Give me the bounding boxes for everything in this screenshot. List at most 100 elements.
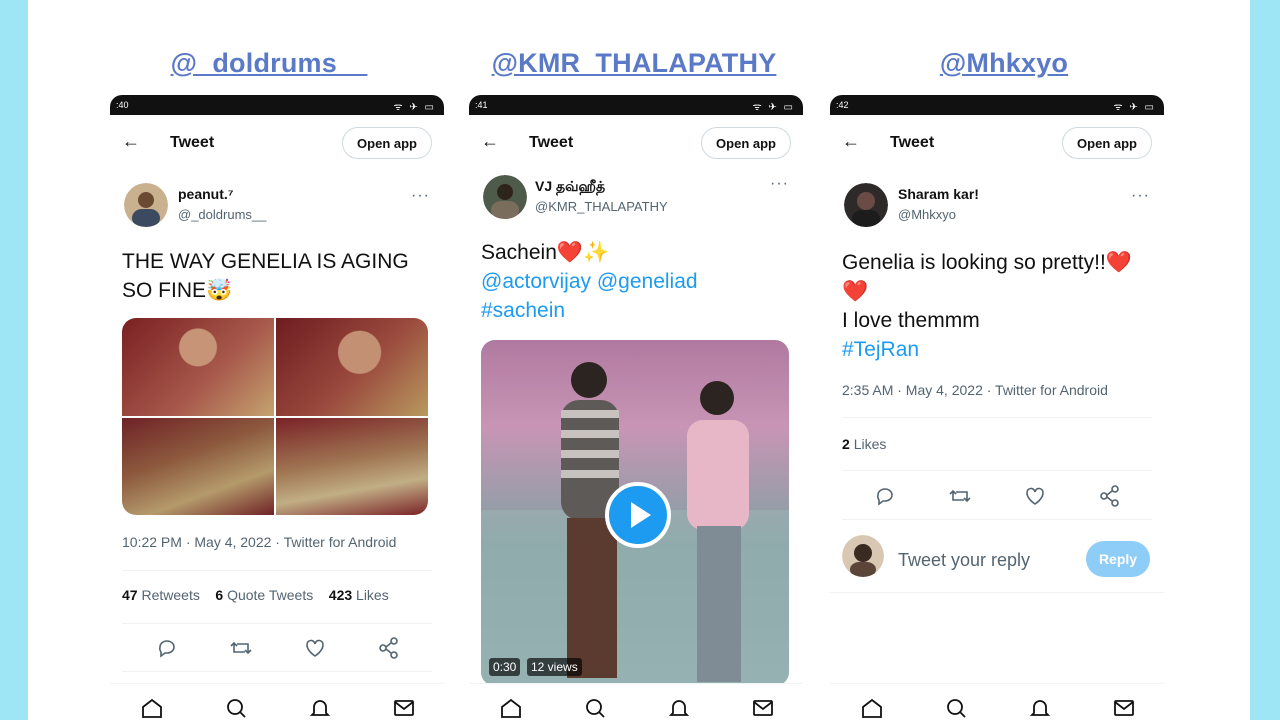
tweet-photo-3[interactable] [122, 417, 274, 515]
play-button[interactable] [605, 482, 671, 548]
share-icon[interactable] [1095, 481, 1125, 511]
handle-caption: @_doldrums__ [170, 48, 368, 78]
search-icon[interactable] [583, 696, 607, 720]
photo-grid[interactable] [122, 318, 428, 515]
status-icons: ᯤ ✈ ▭ [1113, 102, 1156, 113]
like-icon[interactable] [300, 633, 330, 663]
likes-count[interactable]: 423 [329, 587, 352, 603]
reply-icon[interactable] [152, 633, 182, 663]
share-icon[interactable] [374, 633, 404, 663]
back-arrow-icon[interactable]: ← [122, 131, 140, 152]
tweet-text-line: Genelia is looking so pretty!!❤️ [842, 251, 1132, 274]
retweet-icon[interactable] [226, 633, 256, 663]
reply-button[interactable]: Reply [1086, 541, 1150, 577]
video-views: 12 views [527, 658, 582, 676]
tweet-text: Genelia is looking so pretty!!❤️ ❤️ I lo… [842, 248, 1152, 364]
reply-icon[interactable] [870, 481, 900, 511]
tweet-text: THE WAY GENELIA IS AGING SO FINE🤯 [122, 250, 409, 302]
notifications-icon[interactable] [1028, 696, 1052, 720]
likes-count[interactable]: 2 [842, 436, 850, 452]
author-username[interactable]: @KMR_THALAPATHY [535, 199, 668, 214]
messages-icon[interactable] [392, 696, 416, 720]
status-time: :40 [116, 100, 129, 110]
handle-caption: @Mhkxyo [939, 48, 1069, 78]
divider [122, 671, 432, 672]
tweet-stats: 47 Retweets 6 Quote Tweets 423 Likes [122, 587, 389, 603]
likes-label[interactable]: Likes [356, 587, 389, 603]
divider [122, 570, 432, 571]
bottom-navigation [469, 683, 803, 720]
open-app-button[interactable]: Open app [1062, 127, 1152, 159]
author-username[interactable]: @Mhkxyo [898, 207, 956, 222]
more-options-icon[interactable]: ··· [770, 175, 789, 193]
retweets-label[interactable]: Retweets [141, 587, 199, 603]
tweet-timestamp[interactable]: 2:35 AM · May 4, 2022 · Twitter for Andr… [842, 382, 1108, 398]
tweet-column-2: @KMR_THALAPATHY :41 ᯤ ✈ ▭ ← Tweet Open a… [464, 0, 804, 720]
tweet-stats: 2 Likes [842, 436, 886, 452]
phone-screen: :42 ᯤ ✈ ▭ ← Tweet Open app Sharam kar! @… [830, 95, 1164, 720]
status-bar: :40 ᯤ ✈ ▭ [110, 95, 444, 115]
tweet-text-line: Sachein❤️✨ [481, 241, 610, 264]
handle-caption: @KMR_THALAPATHY [491, 48, 777, 78]
phone-screen: :40 ᯤ ✈ ▭ ← Tweet Open app peanut.⁷ @_do… [110, 95, 444, 720]
tweet-topbar: ← Tweet Open app [830, 125, 1164, 165]
notifications-icon[interactable] [308, 696, 332, 720]
more-options-icon[interactable]: ··· [411, 187, 430, 205]
avatar[interactable] [483, 175, 527, 219]
reply-input[interactable]: Tweet your reply [898, 550, 1030, 571]
back-arrow-icon[interactable]: ← [481, 131, 499, 152]
retweet-icon[interactable] [945, 481, 975, 511]
reply-avatar [842, 535, 884, 577]
open-app-button[interactable]: Open app [701, 127, 791, 159]
home-icon[interactable] [140, 696, 164, 720]
play-icon[interactable] [609, 486, 667, 544]
like-icon[interactable] [1020, 481, 1050, 511]
author-name[interactable]: Sharam kar! [898, 186, 979, 202]
home-icon[interactable] [860, 696, 884, 720]
video-duration: 0:30 [489, 658, 521, 676]
tweet-timestamp[interactable]: 10:22 PM · May 4, 2022 · Twitter for And… [122, 534, 396, 550]
status-icons: ᯤ ✈ ▭ [393, 102, 436, 113]
tweet-text-line: ❤️ [842, 280, 869, 303]
tweet-hashtag[interactable]: #TejRan [842, 335, 1152, 364]
avatar[interactable] [124, 183, 168, 227]
retweets-count[interactable]: 47 [122, 587, 138, 603]
page-title: Tweet [529, 134, 574, 151]
author-name[interactable]: VJ தவ்ஹீத் [535, 178, 605, 197]
tweet-topbar: ← Tweet Open app [110, 125, 444, 165]
divider [830, 592, 1164, 593]
phone-screen: :41 ᯤ ✈ ▭ ← Tweet Open app VJ தவ்ஹீத் @K… [469, 95, 803, 720]
messages-icon[interactable] [751, 696, 775, 720]
likes-label[interactable]: Likes [854, 436, 887, 452]
quotes-count[interactable]: 6 [215, 587, 223, 603]
tweet-hashtag[interactable]: #sachein [481, 296, 791, 325]
tweet-text-line: I love themmm [842, 309, 980, 332]
tweet-photo-1[interactable] [122, 318, 274, 416]
status-time: :42 [836, 100, 849, 110]
tweet-photo-4[interactable] [276, 417, 428, 515]
bottom-navigation [830, 683, 1164, 720]
tweet-photo-2[interactable] [276, 318, 428, 416]
tweet-actions [842, 481, 1152, 511]
tweet-actions [122, 633, 432, 663]
author-username[interactable]: @_doldrums__ [178, 207, 266, 222]
open-app-button[interactable]: Open app [342, 127, 432, 159]
divider [842, 470, 1152, 471]
search-icon[interactable] [224, 696, 248, 720]
avatar[interactable] [844, 183, 888, 227]
tweet-video[interactable]: 0:30 12 views [481, 340, 789, 686]
page-title: Tweet [890, 134, 935, 151]
back-arrow-icon[interactable]: ← [842, 131, 860, 152]
author-name[interactable]: peanut.⁷ [178, 186, 234, 202]
status-time: :41 [475, 100, 488, 110]
search-icon[interactable] [944, 696, 968, 720]
status-bar: :41 ᯤ ✈ ▭ [469, 95, 803, 115]
home-icon[interactable] [499, 696, 523, 720]
messages-icon[interactable] [1112, 696, 1136, 720]
more-options-icon[interactable]: ··· [1131, 187, 1150, 205]
bottom-navigation [110, 683, 444, 720]
notifications-icon[interactable] [667, 696, 691, 720]
tweet-mentions[interactable]: @actorvijay @geneliad [481, 267, 791, 296]
collage-page: @_doldrums__ :40 ᯤ ✈ ▭ ← Tweet Open app … [28, 0, 1250, 720]
quotes-label[interactable]: Quote Tweets [227, 587, 313, 603]
